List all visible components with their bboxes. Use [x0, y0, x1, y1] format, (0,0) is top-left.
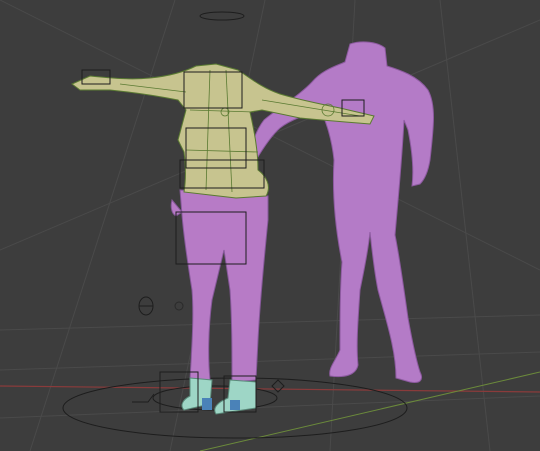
foot-control-circle[interactable] — [152, 385, 278, 411]
3d-viewport[interactable] — [0, 0, 540, 451]
ring-empty-top[interactable] — [199, 11, 245, 21]
pants-mesh-icon[interactable] — [170, 189, 269, 383]
shoe-mesh-icon[interactable] — [181, 377, 257, 415]
viewport-canvas[interactable] — [0, 0, 540, 451]
floor-grid — [0, 0, 540, 451]
knee-control-icon[interactable] — [174, 301, 184, 311]
